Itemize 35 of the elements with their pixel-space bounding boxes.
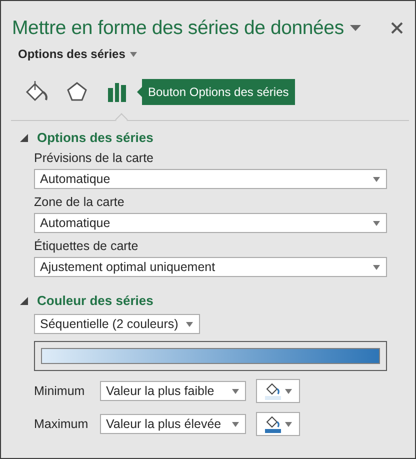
dropdown[interactable]: Séquentielle (2 couleurs) [34,314,200,334]
field-label: Minimum [34,384,86,398]
tooltip-pointer [137,87,142,97]
caret-icon [284,422,292,426]
bar-chart-icon[interactable] [107,82,127,102]
caret-icon [373,220,380,226]
caret-icon [232,388,239,394]
caret-icon [284,388,292,394]
caret-icon[interactable] [350,25,361,31]
color-picker-button[interactable] [256,412,300,436]
caret-icon [186,322,193,326]
caret-icon [130,52,138,56]
caret-icon [373,176,380,182]
dropdown[interactable]: Ajustement optimal uniquement [34,257,387,277]
caret-icon [232,422,239,426]
field-label: Maximum [34,417,90,431]
pane-title: Mettre en forme des séries de données [12,16,345,40]
field-label: Étiquettes de carte [34,238,140,255]
color-picker-button[interactable] [256,379,300,403]
options-menu-label[interactable]: Options des séries [18,47,126,61]
section-heading[interactable]: Options des séries [37,130,154,145]
collapse-triangle-icon[interactable] [20,296,28,304]
dropdown[interactable]: Automatique [34,169,387,189]
tooltip: Bouton Options des séries [142,79,295,105]
dropdown[interactable]: Valeur la plus élevée [100,414,246,434]
caret-icon [373,264,380,270]
field-label: Prévisions de la carte [34,150,155,167]
close-icon[interactable] [391,22,403,34]
paint-bucket-icon[interactable] [25,81,49,103]
dropdown[interactable]: Valeur la plus faible [100,381,246,401]
section-heading[interactable]: Couleur des séries [37,293,154,308]
field-label: Zone de la carte [34,194,126,211]
pentagon-icon[interactable] [66,81,88,103]
collapse-triangle-icon[interactable] [20,134,28,142]
dropdown[interactable]: Automatique [34,213,387,233]
